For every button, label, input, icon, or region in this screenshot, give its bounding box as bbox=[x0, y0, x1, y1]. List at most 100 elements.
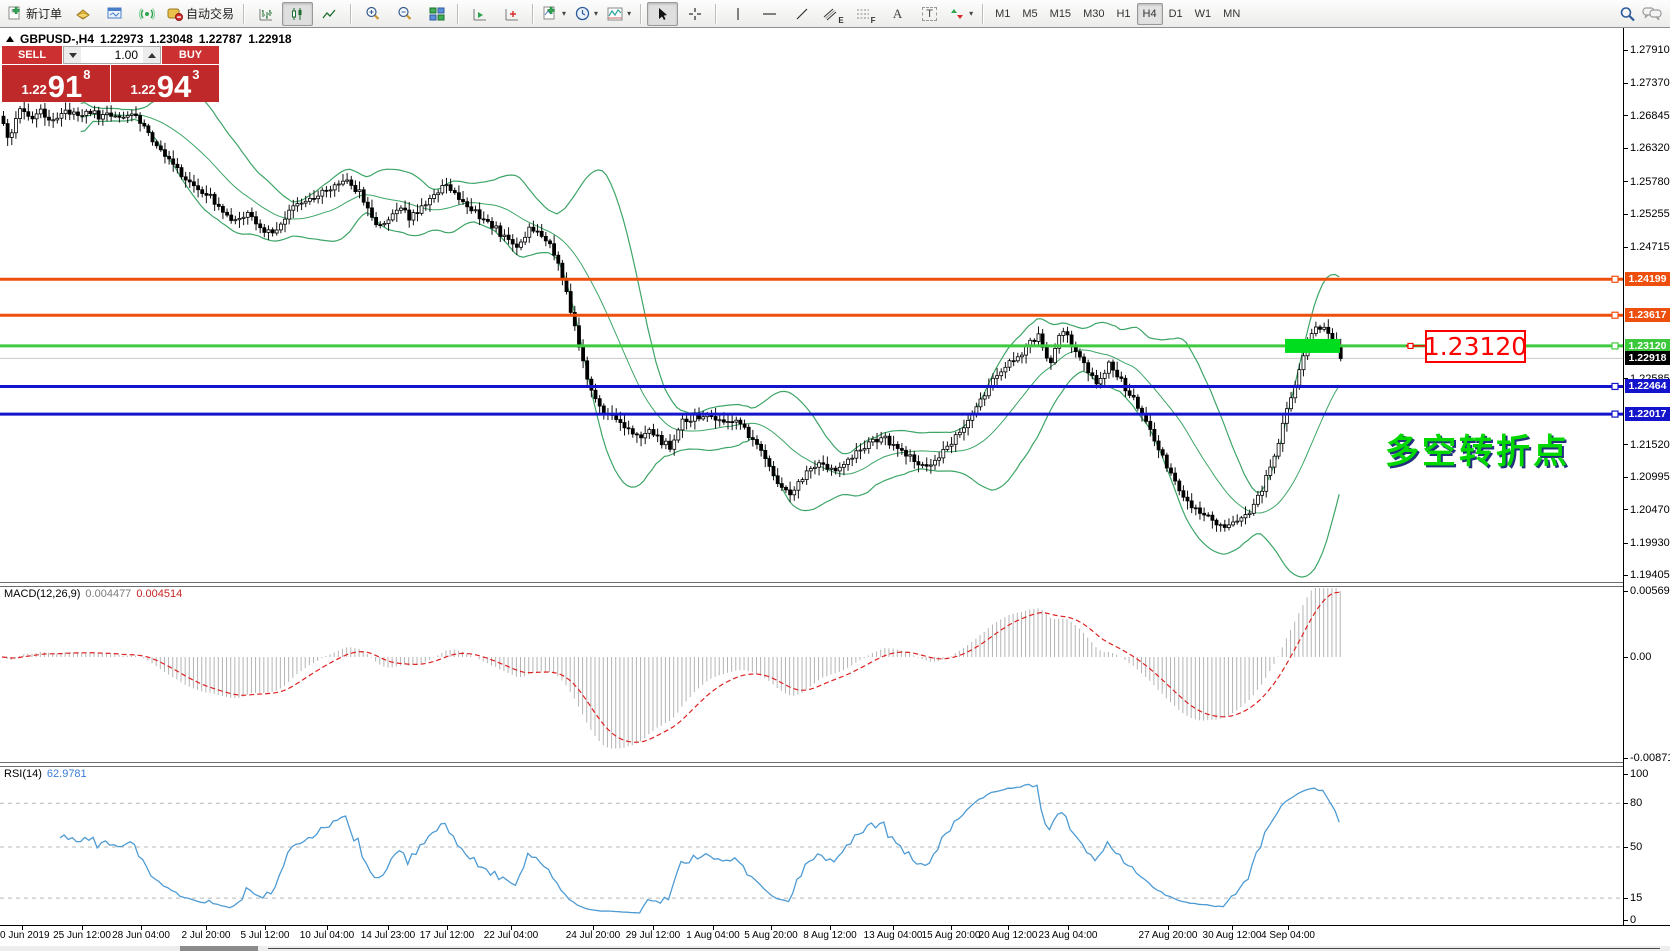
fibonacci-tool[interactable]: F bbox=[850, 2, 881, 26]
collapse-panel-icon[interactable] bbox=[6, 36, 14, 42]
vertical-line-tool[interactable] bbox=[722, 2, 753, 26]
timeframe-d1[interactable]: D1 bbox=[1163, 3, 1189, 25]
fibonacci-letter: F bbox=[871, 16, 876, 25]
time-axis[interactable]: 20 Jun 201925 Jun 12:0028 Jun 04:002 Jul… bbox=[0, 925, 1670, 946]
terminal-button[interactable] bbox=[99, 2, 130, 26]
ohlc-close: 1.22918 bbox=[248, 32, 291, 46]
chart-shift-button[interactable] bbox=[496, 2, 527, 26]
toolbar: 新订单 自动交易 bbox=[0, 0, 1670, 28]
buy-price-small: 1.22 bbox=[130, 82, 155, 97]
bar-chart-icon bbox=[258, 7, 273, 21]
arrows-tool[interactable]: ▾ bbox=[946, 2, 977, 26]
new-order-button[interactable]: 新订单 bbox=[4, 2, 66, 26]
chevron-down-icon: ▾ bbox=[562, 9, 566, 18]
sell-button[interactable]: SELL bbox=[2, 46, 62, 64]
text-tool[interactable]: A bbox=[882, 2, 913, 26]
buy-button[interactable]: BUY bbox=[162, 46, 219, 64]
timeframe-m5[interactable]: M5 bbox=[1016, 3, 1043, 25]
zoom-out-icon bbox=[397, 6, 413, 21]
toolbar-separator bbox=[457, 4, 459, 24]
axis-tick-label: 1.19405 bbox=[1624, 569, 1670, 581]
macd-signal-value: 0.004514 bbox=[136, 588, 182, 600]
sell-price-small: 1.22 bbox=[21, 82, 46, 97]
zoom-out-button[interactable] bbox=[389, 2, 420, 26]
sell-price-box[interactable]: 1.22 91 8 bbox=[2, 65, 110, 102]
symbol-period: GBPUSD-,H4 bbox=[20, 32, 94, 46]
volume-decrease-button[interactable] bbox=[64, 47, 81, 63]
timeframe-mn[interactable]: MN bbox=[1217, 3, 1246, 25]
time-label: 27 Aug 20:00 bbox=[1139, 930, 1198, 941]
main-chart-svg[interactable] bbox=[0, 28, 1623, 582]
chart-annotation-text[interactable]: 多空转折点 bbox=[1385, 424, 1570, 473]
axis-tick-label: 80 bbox=[1624, 797, 1642, 809]
trendline-icon bbox=[795, 7, 809, 21]
autotrading-button[interactable]: 自动交易 bbox=[163, 2, 238, 26]
line-chart-icon bbox=[322, 7, 337, 21]
chart-area: GBPUSD-,H4 1.22973 1.23048 1.22787 1.229… bbox=[0, 28, 1670, 951]
axis-tick-label: 1.27370 bbox=[1624, 77, 1670, 89]
volume-increase-button[interactable] bbox=[143, 47, 160, 63]
pane-separator[interactable] bbox=[0, 582, 1670, 587]
horizontal-line-tool[interactable] bbox=[754, 2, 785, 26]
channel-icon bbox=[823, 7, 837, 21]
time-label: 28 Jun 04:00 bbox=[112, 930, 170, 941]
signal-icon bbox=[139, 6, 155, 21]
pane-separator[interactable] bbox=[0, 762, 1670, 767]
zoom-in-icon bbox=[365, 6, 381, 21]
time-label: 14 Jul 23:00 bbox=[361, 930, 416, 941]
auto-scroll-button[interactable] bbox=[464, 2, 495, 26]
bar-chart-button[interactable] bbox=[250, 2, 281, 26]
trendline-tool[interactable] bbox=[786, 2, 817, 26]
macd-svg[interactable] bbox=[0, 585, 1623, 762]
text-label-icon: T bbox=[922, 7, 937, 21]
arrows-icon bbox=[950, 7, 965, 21]
chat-icon[interactable] bbox=[1642, 6, 1662, 21]
timeframe-w1[interactable]: W1 bbox=[1189, 3, 1218, 25]
volume-input[interactable]: 1.00 bbox=[81, 47, 143, 63]
timeframe-h1[interactable]: H1 bbox=[1110, 3, 1136, 25]
time-label: 10 Jul 04:00 bbox=[300, 930, 355, 941]
new-chart-icon bbox=[543, 6, 558, 21]
price-axis[interactable]: 1.279101.273701.268451.263201.257801.252… bbox=[1623, 28, 1670, 925]
rsi-svg[interactable] bbox=[0, 765, 1623, 925]
axis-tick-label: 1.20470 bbox=[1624, 504, 1670, 516]
axis-tick-label: 1.26320 bbox=[1624, 142, 1670, 154]
clock-icon bbox=[575, 6, 590, 21]
timeframe-m1[interactable]: M1 bbox=[989, 3, 1016, 25]
tile-windows-button[interactable] bbox=[421, 2, 452, 26]
zoom-in-button[interactable] bbox=[357, 2, 388, 26]
toolbar-separator bbox=[350, 4, 352, 24]
time-label: 5 Aug 20:00 bbox=[744, 930, 797, 941]
macd-main-value: 0.004477 bbox=[85, 588, 131, 600]
time-label: 20 Aug 12:00 bbox=[979, 930, 1038, 941]
candlestick-chart-button[interactable] bbox=[282, 2, 313, 26]
tile-windows-icon bbox=[429, 7, 445, 21]
buy-price-box[interactable]: 1.22 94 3 bbox=[111, 65, 219, 102]
candlestick-icon bbox=[290, 7, 305, 21]
text-label-tool[interactable]: T bbox=[914, 2, 945, 26]
crosshair-button[interactable] bbox=[679, 2, 710, 26]
vertical-line-icon bbox=[733, 7, 743, 21]
cursor-button[interactable] bbox=[647, 2, 678, 26]
indicators-button[interactable]: ▾ bbox=[603, 2, 635, 26]
macd-label: MACD(12,26,9)0.0044770.004514 bbox=[4, 588, 182, 600]
ohlc-low: 1.22787 bbox=[199, 32, 242, 46]
search-icon[interactable] bbox=[1619, 6, 1636, 22]
market-watch-button[interactable] bbox=[67, 2, 98, 26]
price-line-label: 1.24199 bbox=[1625, 272, 1670, 286]
chevron-down-icon: ▾ bbox=[594, 9, 598, 18]
equidistant-channel-tool[interactable]: E bbox=[818, 2, 849, 26]
indicators-icon bbox=[607, 7, 623, 21]
time-label: 13 Aug 04:00 bbox=[864, 930, 923, 941]
axis-tick-label: 1.24715 bbox=[1624, 241, 1670, 253]
timeframe-m15[interactable]: M15 bbox=[1044, 3, 1077, 25]
price-callout-label[interactable]: 1.23120 bbox=[1425, 330, 1526, 363]
axis-tick-label: -0.008717 bbox=[1624, 752, 1670, 764]
new-chart-button[interactable]: ▾ bbox=[539, 2, 570, 26]
profiles-button[interactable]: ▾ bbox=[571, 2, 602, 26]
axis-tick-label: 1.27910 bbox=[1624, 44, 1670, 56]
timeframe-m30[interactable]: M30 bbox=[1077, 3, 1110, 25]
signals-button[interactable] bbox=[131, 2, 162, 26]
line-chart-button[interactable] bbox=[314, 2, 345, 26]
timeframe-h4[interactable]: H4 bbox=[1137, 3, 1163, 25]
